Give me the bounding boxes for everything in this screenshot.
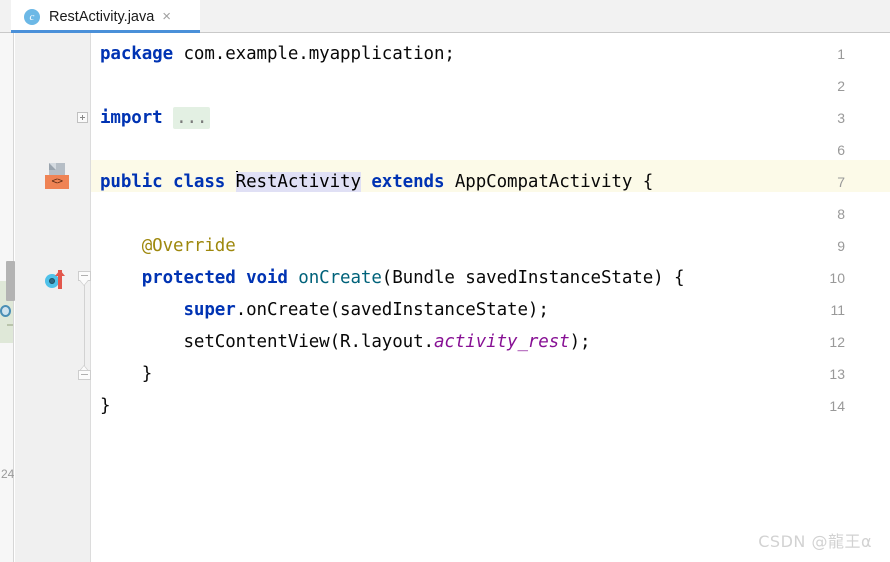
fold-marker-body bbox=[78, 370, 91, 380]
fold-marker-minus bbox=[81, 374, 88, 375]
override-ring-icon bbox=[45, 274, 59, 288]
android-layout-gutter-icon[interactable]: <> bbox=[45, 163, 69, 189]
code-token: super bbox=[183, 300, 236, 320]
code-editor-area[interactable]: package com.example.myapplication; import… bbox=[91, 33, 890, 562]
fold-collapse-method-start-icon[interactable] bbox=[78, 271, 91, 286]
code-token: @Override bbox=[100, 236, 236, 256]
code-line-3[interactable]: import ... bbox=[100, 102, 211, 134]
watermark: CSDN @龍王α bbox=[758, 532, 872, 551]
code-line-7[interactable]: public class RestActivity extends AppCom… bbox=[100, 166, 653, 198]
code-token: public class bbox=[100, 172, 236, 192]
code-token: activity_rest bbox=[433, 332, 570, 352]
vertical-scrollbar-thumb[interactable] bbox=[6, 261, 15, 301]
fold-expand-imports-icon[interactable] bbox=[77, 112, 88, 123]
editor-tab-bar: c RestActivity.java × bbox=[0, 0, 890, 33]
fold-marker-tip bbox=[79, 280, 89, 286]
vertical-scrollbar[interactable] bbox=[3, 33, 15, 562]
code-line-11[interactable]: super.onCreate(savedInstanceState); bbox=[100, 294, 549, 326]
code-line-14[interactable]: } bbox=[100, 390, 111, 422]
code-line-10[interactable]: protected void onCreate(Bundle savedInst… bbox=[100, 262, 685, 294]
code-token: com.example.myapplication; bbox=[183, 44, 455, 64]
code-token: extends bbox=[371, 172, 445, 192]
code-token: import bbox=[100, 108, 174, 128]
tab-label: RestActivity.java bbox=[49, 8, 155, 25]
code-token: (Bundle savedInstanceState) { bbox=[381, 268, 685, 288]
code-token: .onCreate(savedInstanceState); bbox=[235, 300, 549, 320]
fold-collapse-method-end-icon[interactable] bbox=[78, 365, 91, 380]
code-token: ... bbox=[173, 107, 211, 129]
code-token: AppCompatActivity { bbox=[444, 172, 654, 192]
override-arrowhead-icon bbox=[55, 270, 65, 276]
overriding-method-gutter-icon[interactable] bbox=[45, 270, 71, 290]
code-line-1[interactable]: package com.example.myapplication; bbox=[100, 38, 455, 70]
close-icon[interactable]: × bbox=[162, 9, 171, 24]
code-token: onCreate bbox=[298, 268, 382, 288]
code-token: protected void bbox=[141, 268, 299, 288]
code-line-12[interactable]: setContentView(R.layout.activity_rest); bbox=[100, 326, 591, 358]
java-class-icon-glyph: c bbox=[29, 10, 35, 23]
fold-marker-minus bbox=[81, 275, 88, 276]
code-token: RestActivity bbox=[235, 172, 361, 192]
code-token: package bbox=[100, 44, 184, 64]
code-token: ); bbox=[569, 332, 591, 352]
java-class-icon: c bbox=[24, 8, 40, 25]
code-line-13[interactable]: } bbox=[100, 358, 153, 390]
ide-editor-window: c RestActivity.java × 24 1 2 3 6 7 8 9 10 11 12 13… bbox=[0, 0, 890, 562]
code-line-9[interactable]: @Override bbox=[100, 230, 236, 262]
code-token: } bbox=[100, 364, 153, 384]
tab-restactivity-java[interactable]: c RestActivity.java × bbox=[11, 0, 200, 33]
layout-code-badge: <> bbox=[45, 175, 69, 189]
code-token: } bbox=[100, 396, 111, 416]
code-token: setContentView(R.layout. bbox=[100, 332, 434, 352]
